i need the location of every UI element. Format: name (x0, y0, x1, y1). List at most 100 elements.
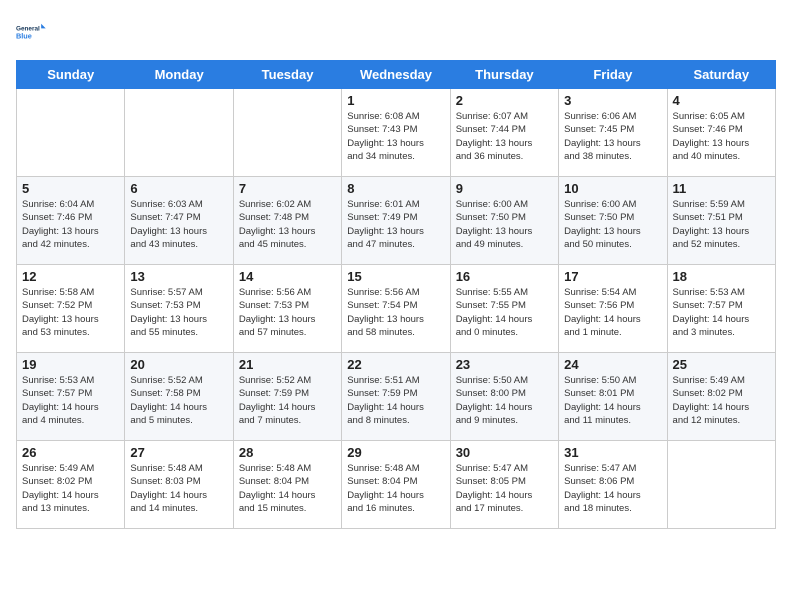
day-info: Sunrise: 5:50 AM Sunset: 8:00 PM Dayligh… (456, 374, 553, 427)
calendar-cell: 27 Sunrise: 5:48 AM Sunset: 8:03 PM Dayli… (125, 441, 233, 529)
weekday-wednesday: Wednesday (342, 61, 450, 89)
day-number: 3 (564, 93, 661, 108)
calendar-cell: 24 Sunrise: 5:50 AM Sunset: 8:01 PM Dayli… (559, 353, 667, 441)
calendar-cell: 25 Sunrise: 5:49 AM Sunset: 8:02 PM Dayli… (667, 353, 775, 441)
day-info: Sunrise: 6:00 AM Sunset: 7:50 PM Dayligh… (456, 198, 553, 251)
day-info: Sunrise: 5:49 AM Sunset: 8:02 PM Dayligh… (673, 374, 770, 427)
calendar-table: SundayMondayTuesdayWednesdayThursdayFrid… (16, 60, 776, 529)
day-info: Sunrise: 5:49 AM Sunset: 8:02 PM Dayligh… (22, 462, 119, 515)
day-number: 1 (347, 93, 444, 108)
calendar-cell: 29Sunrise: 5:48 AM Sunset: 8:04 PM Dayli… (342, 441, 450, 529)
day-number: 21 (239, 357, 336, 372)
calendar-cell: 4 Sunrise: 6:05 AM Sunset: 7:46 PM Daylig… (667, 89, 775, 177)
calendar-cell: 26 Sunrise: 5:49 AM Sunset: 8:02 PM Dayli… (17, 441, 125, 529)
week-row-1: 1Sunrise: 6:08 AM Sunset: 7:43 PM Daylig… (17, 89, 776, 177)
day-number: 24 (564, 357, 661, 372)
day-number: 12 (22, 269, 119, 284)
day-number: 22 (347, 357, 444, 372)
day-number: 17 (564, 269, 661, 284)
day-number: 9 (456, 181, 553, 196)
day-info: Sunrise: 5:50 AM Sunset: 8:01 PM Dayligh… (564, 374, 661, 427)
day-info: Sunrise: 6:07 AM Sunset: 7:44 PM Dayligh… (456, 110, 553, 163)
day-number: 10 (564, 181, 661, 196)
day-info: Sunrise: 5:47 AM Sunset: 8:05 PM Dayligh… (456, 462, 553, 515)
day-info: Sunrise: 6:04 AM Sunset: 7:46 PM Dayligh… (22, 198, 119, 251)
day-number: 16 (456, 269, 553, 284)
day-number: 13 (130, 269, 227, 284)
logo-icon: General Blue (16, 16, 48, 48)
day-number: 31 (564, 445, 661, 460)
day-info: Sunrise: 5:48 AM Sunset: 8:04 PM Dayligh… (239, 462, 336, 515)
calendar-cell: 18 Sunrise: 5:53 AM Sunset: 7:57 PM Dayli… (667, 265, 775, 353)
calendar-cell: 2 Sunrise: 6:07 AM Sunset: 7:44 PM Daylig… (450, 89, 558, 177)
weekday-saturday: Saturday (667, 61, 775, 89)
calendar-cell: 19Sunrise: 5:53 AM Sunset: 7:57 PM Dayli… (17, 353, 125, 441)
calendar-cell: 14 Sunrise: 5:56 AM Sunset: 7:53 PM Dayli… (233, 265, 341, 353)
calendar-cell: 20 Sunrise: 5:52 AM Sunset: 7:58 PM Dayli… (125, 353, 233, 441)
day-info: Sunrise: 5:54 AM Sunset: 7:56 PM Dayligh… (564, 286, 661, 339)
calendar-cell: 15 Sunrise: 5:56 AM Sunset: 7:54 PM Dayli… (342, 265, 450, 353)
day-info: Sunrise: 5:59 AM Sunset: 7:51 PM Dayligh… (673, 198, 770, 251)
calendar-cell (233, 89, 341, 177)
day-info: Sunrise: 6:01 AM Sunset: 7:49 PM Dayligh… (347, 198, 444, 251)
day-info: Sunrise: 6:05 AM Sunset: 7:46 PM Dayligh… (673, 110, 770, 163)
day-info: Sunrise: 5:56 AM Sunset: 7:53 PM Dayligh… (239, 286, 336, 339)
day-number: 15 (347, 269, 444, 284)
weekday-thursday: Thursday (450, 61, 558, 89)
day-info: Sunrise: 5:58 AM Sunset: 7:52 PM Dayligh… (22, 286, 119, 339)
weekday-monday: Monday (125, 61, 233, 89)
calendar-cell: 22 Sunrise: 5:51 AM Sunset: 7:59 PM Dayli… (342, 353, 450, 441)
day-info: Sunrise: 5:53 AM Sunset: 7:57 PM Dayligh… (673, 286, 770, 339)
day-number: 29 (347, 445, 444, 460)
day-number: 28 (239, 445, 336, 460)
day-info: Sunrise: 5:48 AM Sunset: 8:03 PM Dayligh… (130, 462, 227, 515)
calendar-cell: 9 Sunrise: 6:00 AM Sunset: 7:50 PM Daylig… (450, 177, 558, 265)
calendar-cell: 13 Sunrise: 5:57 AM Sunset: 7:53 PM Dayli… (125, 265, 233, 353)
logo: General Blue (16, 16, 48, 48)
day-number: 8 (347, 181, 444, 196)
day-number: 7 (239, 181, 336, 196)
calendar-cell: 28 Sunrise: 5:48 AM Sunset: 8:04 PM Dayli… (233, 441, 341, 529)
day-info: Sunrise: 5:51 AM Sunset: 7:59 PM Dayligh… (347, 374, 444, 427)
day-number: 20 (130, 357, 227, 372)
day-number: 4 (673, 93, 770, 108)
day-info: Sunrise: 6:00 AM Sunset: 7:50 PM Dayligh… (564, 198, 661, 251)
day-number: 11 (673, 181, 770, 196)
day-number: 18 (673, 269, 770, 284)
day-info: Sunrise: 5:55 AM Sunset: 7:55 PM Dayligh… (456, 286, 553, 339)
day-number: 2 (456, 93, 553, 108)
weekday-tuesday: Tuesday (233, 61, 341, 89)
day-info: Sunrise: 5:56 AM Sunset: 7:54 PM Dayligh… (347, 286, 444, 339)
calendar-cell: 11 Sunrise: 5:59 AM Sunset: 7:51 PM Dayli… (667, 177, 775, 265)
week-row-3: 12 Sunrise: 5:58 AM Sunset: 7:52 PM Dayli… (17, 265, 776, 353)
day-number: 14 (239, 269, 336, 284)
day-number: 26 (22, 445, 119, 460)
day-number: 27 (130, 445, 227, 460)
day-number: 6 (130, 181, 227, 196)
weekday-header-row: SundayMondayTuesdayWednesdayThursdayFrid… (17, 61, 776, 89)
week-row-2: 5Sunrise: 6:04 AM Sunset: 7:46 PM Daylig… (17, 177, 776, 265)
svg-text:Blue: Blue (16, 31, 32, 40)
day-info: Sunrise: 5:47 AM Sunset: 8:06 PM Dayligh… (564, 462, 661, 515)
calendar-cell: 16 Sunrise: 5:55 AM Sunset: 7:55 PM Dayli… (450, 265, 558, 353)
day-info: Sunrise: 5:52 AM Sunset: 7:58 PM Dayligh… (130, 374, 227, 427)
day-number: 23 (456, 357, 553, 372)
calendar-cell: 7 Sunrise: 6:02 AM Sunset: 7:48 PM Daylig… (233, 177, 341, 265)
calendar-cell: 12 Sunrise: 5:58 AM Sunset: 7:52 PM Dayli… (17, 265, 125, 353)
calendar-cell: 1Sunrise: 6:08 AM Sunset: 7:43 PM Daylig… (342, 89, 450, 177)
page-header: General Blue (16, 16, 776, 48)
weekday-sunday: Sunday (17, 61, 125, 89)
day-number: 19 (22, 357, 119, 372)
day-info: Sunrise: 6:02 AM Sunset: 7:48 PM Dayligh… (239, 198, 336, 251)
week-row-5: 26 Sunrise: 5:49 AM Sunset: 8:02 PM Dayli… (17, 441, 776, 529)
day-info: Sunrise: 5:57 AM Sunset: 7:53 PM Dayligh… (130, 286, 227, 339)
calendar-cell: 30 Sunrise: 5:47 AM Sunset: 8:05 PM Dayli… (450, 441, 558, 529)
calendar-cell: 21Sunrise: 5:52 AM Sunset: 7:59 PM Dayli… (233, 353, 341, 441)
calendar-cell: 6Sunrise: 6:03 AM Sunset: 7:47 PM Daylig… (125, 177, 233, 265)
calendar-cell: 8 Sunrise: 6:01 AM Sunset: 7:49 PM Daylig… (342, 177, 450, 265)
calendar-cell (17, 89, 125, 177)
calendar-cell: 17 Sunrise: 5:54 AM Sunset: 7:56 PM Dayli… (559, 265, 667, 353)
day-info: Sunrise: 6:06 AM Sunset: 7:45 PM Dayligh… (564, 110, 661, 163)
day-number: 25 (673, 357, 770, 372)
day-number: 30 (456, 445, 553, 460)
